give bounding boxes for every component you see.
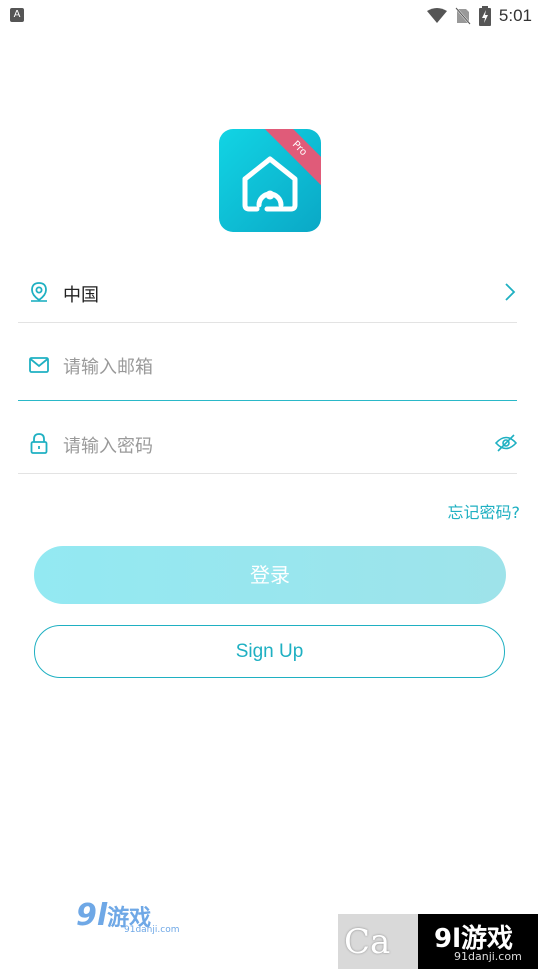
login-button[interactable]: 登录 xyxy=(34,546,506,604)
app-logo: Pro xyxy=(219,129,321,232)
notification-a-icon: A xyxy=(10,8,24,22)
clock-time: 5:01 xyxy=(498,6,532,25)
eye-off-icon[interactable] xyxy=(495,433,517,453)
watermark-left-brand: 9l xyxy=(76,898,108,933)
email-placeholder: 请输入邮箱 xyxy=(63,357,153,378)
watermark-left-url: 91danji.com xyxy=(124,925,180,935)
watermark-right-url: 91danji.com xyxy=(454,950,522,963)
password-placeholder: 请输入密码 xyxy=(63,436,153,457)
password-field[interactable]: 请输入密码 xyxy=(18,415,517,474)
email-field[interactable]: 请输入邮箱 xyxy=(18,338,517,401)
watermark-right-logo: Ca xyxy=(338,914,418,969)
lock-icon xyxy=(30,433,48,454)
no-sim-icon xyxy=(455,7,471,25)
status-bar-right: 5:01 xyxy=(426,4,532,28)
chevron-right-icon xyxy=(505,283,516,301)
watermark-left: 9l 游戏 91danji.com xyxy=(76,898,179,938)
smart-home-icon xyxy=(242,156,298,212)
location-pin-icon xyxy=(31,282,47,302)
battery-charging-icon xyxy=(478,6,491,26)
signup-button[interactable]: Sign Up xyxy=(34,625,505,678)
wifi-icon xyxy=(426,8,447,23)
region-divider xyxy=(18,322,517,323)
watermark-right-prefix: Ca xyxy=(344,922,391,962)
forgot-password-link[interactable]: 忘记密码? xyxy=(448,499,521,523)
password-divider xyxy=(18,473,517,474)
mail-icon xyxy=(29,357,49,373)
status-bar: A 5:01 xyxy=(0,0,538,32)
watermark-right: Ca 9l游戏 91danji.com xyxy=(338,914,538,969)
region-selector[interactable]: 中国 xyxy=(18,265,517,323)
email-divider xyxy=(18,400,517,401)
region-value: 中国 xyxy=(63,285,99,306)
